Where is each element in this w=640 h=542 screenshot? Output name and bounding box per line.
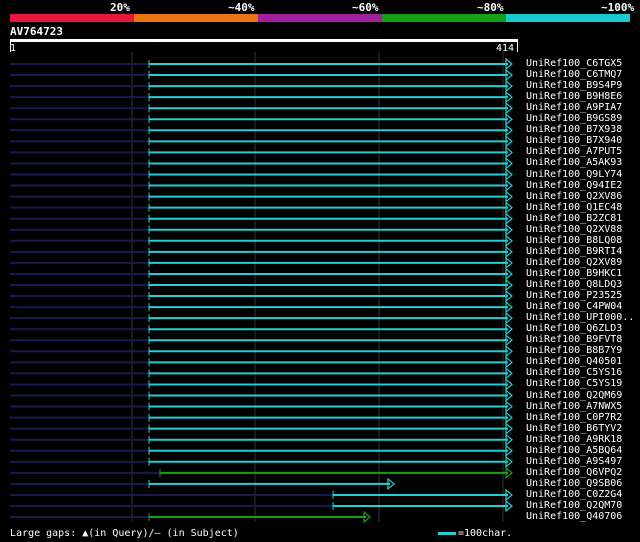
hit-label[interactable]: UniRef100_B9FVT8 [526, 334, 622, 345]
legend-label: ~60% [352, 1, 379, 14]
hit-label[interactable]: UniRef100_B6TYV2 [526, 423, 622, 434]
gaps-legend: Large gaps: ▲(in Query)/— (in Subject) [10, 528, 239, 539]
hit-label[interactable]: UniRef100_C4PW04 [526, 301, 622, 312]
hit-label[interactable]: UniRef100_Q40706 [526, 511, 622, 522]
hit-label[interactable]: UniRef100_A7PUT5 [526, 146, 622, 157]
hit-label[interactable]: UniRef100_A9S497 [526, 456, 622, 467]
hit-label[interactable]: UniRef100_Q2XV88 [526, 224, 622, 235]
hit-label[interactable]: UniRef100_A9RK18 [526, 434, 622, 445]
scale-key-label: =100char. [458, 528, 513, 539]
hit-label[interactable]: UniRef100_Q9SB06 [526, 478, 622, 489]
hit-label[interactable]: UniRef100_B8B7Y9 [526, 345, 622, 356]
hit-label[interactable]: UniRef100_C5YS19 [526, 378, 622, 389]
hit-label[interactable]: UniRef100_Q2QM69 [526, 390, 622, 401]
hit-label[interactable]: UniRef100_Q2XV86 [526, 191, 622, 202]
hit-label[interactable]: UniRef100_B9H8E6 [526, 91, 622, 102]
hit-label[interactable]: UniRef100_Q94IE2 [526, 180, 622, 191]
hit-label[interactable]: UniRef100_A9PIA7 [526, 102, 622, 113]
hit-label[interactable]: UniRef100_Q6VPQ2 [526, 467, 622, 478]
hit-label[interactable]: UniRef100_A7NWX5 [526, 401, 622, 412]
scale-key-line [438, 531, 456, 535]
hit-label[interactable]: UniRef100_C0P7R2 [526, 412, 622, 423]
hit-label[interactable]: UniRef100_B8LQ08 [526, 235, 622, 246]
hit-label[interactable]: UniRef100_Q1EC48 [526, 202, 622, 213]
hit-label[interactable]: UniRef100_C5YS16 [526, 367, 622, 378]
legend-label: ~100% [601, 1, 635, 14]
hit-label[interactable]: UniRef100_B9RTI4 [526, 246, 622, 257]
hit-label[interactable]: UniRef100_B2ZC81 [526, 213, 622, 224]
scale-key: =100char. [438, 528, 512, 539]
hit-label[interactable]: UniRef100_A5BQ64 [526, 445, 622, 456]
hit-label[interactable]: UniRef100_B7X940 [526, 135, 622, 146]
hit-label[interactable]: UniRef100_A5AK93 [526, 157, 622, 168]
hit-label[interactable]: UniRef100_Q9LY74 [526, 169, 622, 180]
hit-label[interactable]: UniRef100_B9S4P9 [526, 80, 622, 91]
hit-label[interactable]: UniRef100_P23525 [526, 290, 622, 301]
hit-label[interactable]: UniRef100_UPI000.. [526, 312, 634, 323]
hit-label[interactable]: UniRef100_C0Z2G4 [526, 489, 622, 500]
legend-label: 20% [110, 1, 130, 14]
hit-label[interactable]: UniRef100_Q2XV89 [526, 257, 622, 268]
hit-label[interactable]: UniRef100_Q6ZLD3 [526, 323, 622, 334]
hit-label[interactable]: UniRef100_Q2QM70 [526, 500, 622, 511]
hit-label[interactable]: UniRef100_C6TMQ7 [526, 69, 622, 80]
hit-label[interactable]: UniRef100_B7X938 [526, 124, 622, 135]
legend-label: ~40% [228, 1, 255, 14]
hit-label[interactable]: UniRef100_Q8LDQ3 [526, 279, 622, 290]
legend-label: ~80% [477, 1, 504, 14]
hit-label[interactable]: UniRef100_B9GS89 [526, 113, 622, 124]
hit-label[interactable]: UniRef100_B9HKC1 [526, 268, 622, 279]
hit-label[interactable]: UniRef100_C6TGX5 [526, 58, 622, 69]
hit-label[interactable]: UniRef100_Q40501 [526, 356, 622, 367]
